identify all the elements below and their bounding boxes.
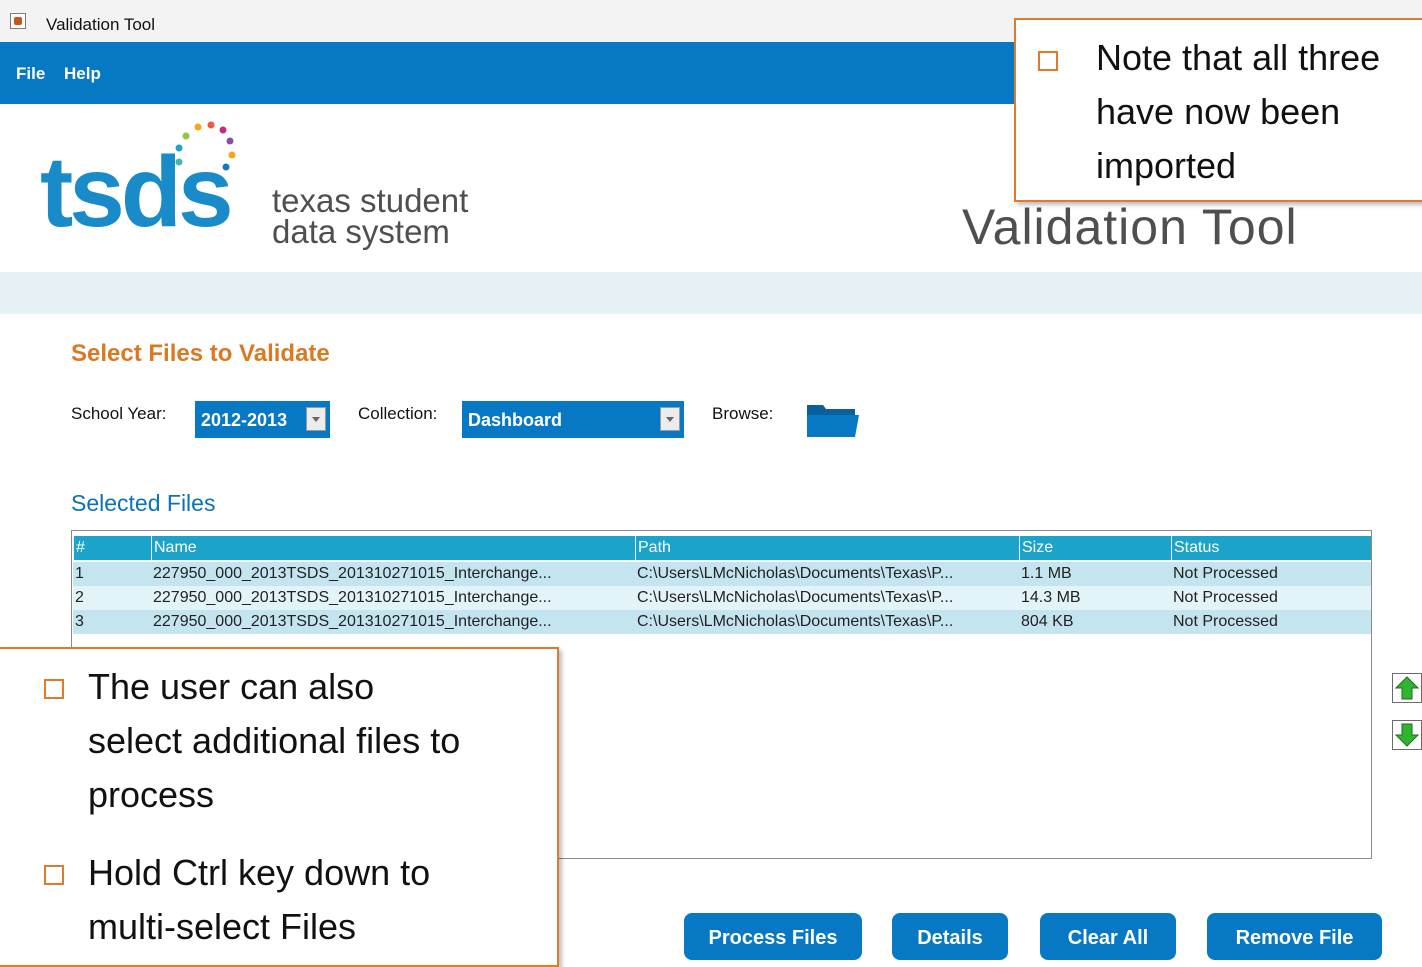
row-number: 1 [75, 565, 84, 582]
callout-line: have now been [1096, 91, 1341, 132]
row-size: 14.3 MB [1021, 589, 1081, 606]
callout-line: Note that all three [1096, 37, 1381, 78]
row-number: 2 [75, 589, 84, 606]
row-name: 227950_000_2013TSDS_201310271015_Interch… [153, 565, 552, 582]
menu-help[interactable]: Help [64, 64, 101, 84]
school-year-select[interactable]: 2012-2013 [195, 401, 330, 438]
callout-select-tips: The user can also select additional file… [0, 647, 559, 967]
browse-label: Browse: [712, 404, 774, 423]
remove-file-button[interactable]: Remove File [1207, 913, 1382, 960]
java-app-icon [10, 13, 26, 29]
table-row[interactable]: 1 227950_000_2013TSDS_201310271015_Inter… [73, 562, 1371, 586]
column-header-size[interactable]: Size [1019, 536, 1172, 560]
collection-select[interactable]: Dashboard [462, 401, 684, 438]
row-path: C:\Users\LMcNicholas\Documents\Texas\P..… [637, 565, 954, 582]
row-size: 1.1 MB [1021, 565, 1072, 582]
callout-line: Hold Ctrl key down to [88, 852, 431, 893]
process-files-button[interactable]: Process Files [684, 913, 862, 960]
checkbox-bullet-icon [44, 865, 64, 885]
tsds-logo: tsds texas student data system [40, 121, 468, 250]
header-band [0, 272, 1422, 314]
school-year-label: School Year: [71, 404, 167, 423]
selected-files-heading: Selected Files [71, 490, 216, 516]
row-status: Not Processed [1173, 613, 1278, 630]
callout-line: select additional files to [88, 720, 461, 761]
logo-brand-text: tsds [40, 136, 230, 248]
collection-value: Dashboard [468, 410, 563, 430]
select-files-heading: Select Files to Validate [71, 340, 330, 367]
callout-line: multi-select Files [88, 906, 357, 947]
collection-label: Collection: [358, 404, 438, 423]
callout-imported-note: Note that all three have now been import… [1014, 18, 1422, 202]
callout-line: process [88, 774, 215, 815]
callout-line: imported [1096, 145, 1237, 186]
row-name: 227950_000_2013TSDS_201310271015_Interch… [153, 589, 552, 606]
menu-file[interactable]: File [16, 64, 45, 84]
row-number: 3 [75, 613, 84, 630]
clear-all-button[interactable]: Clear All [1040, 913, 1176, 960]
chevron-down-icon[interactable] [306, 407, 326, 431]
column-header-number[interactable]: # [73, 536, 152, 560]
logo-tagline-2: data system [272, 213, 450, 250]
row-path: C:\Users\LMcNicholas\Documents\Texas\P..… [637, 589, 954, 606]
school-year-value: 2012-2013 [201, 410, 288, 430]
move-down-button[interactable] [1392, 720, 1422, 750]
table-row[interactable]: 3 227950_000_2013TSDS_201310271015_Inter… [73, 610, 1371, 634]
checkbox-bullet-icon [44, 679, 64, 699]
row-size: 804 KB [1021, 613, 1074, 630]
column-header-path[interactable]: Path [635, 536, 1020, 560]
app-title-heading: Validation Tool [962, 199, 1298, 255]
arrow-up-icon [1394, 676, 1420, 700]
column-header-status[interactable]: Status [1171, 536, 1372, 560]
row-path: C:\Users\LMcNicholas\Documents\Texas\P..… [637, 613, 954, 630]
details-button[interactable]: Details [892, 913, 1008, 960]
chevron-down-icon[interactable] [660, 407, 680, 431]
table-row[interactable]: 2 227950_000_2013TSDS_201310271015_Inter… [73, 586, 1371, 610]
callout-line: The user can also [88, 666, 375, 707]
column-header-name[interactable]: Name [151, 536, 636, 560]
move-up-button[interactable] [1392, 673, 1422, 703]
checkbox-bullet-icon [1038, 51, 1058, 71]
arrow-down-icon [1394, 723, 1420, 747]
folder-icon[interactable] [805, 401, 859, 439]
window-title: Validation Tool [46, 15, 156, 34]
table-header-row: # Name Path Size Status [73, 536, 1371, 560]
row-status: Not Processed [1173, 589, 1278, 606]
row-name: 227950_000_2013TSDS_201310271015_Interch… [153, 613, 552, 630]
row-status: Not Processed [1173, 565, 1278, 582]
